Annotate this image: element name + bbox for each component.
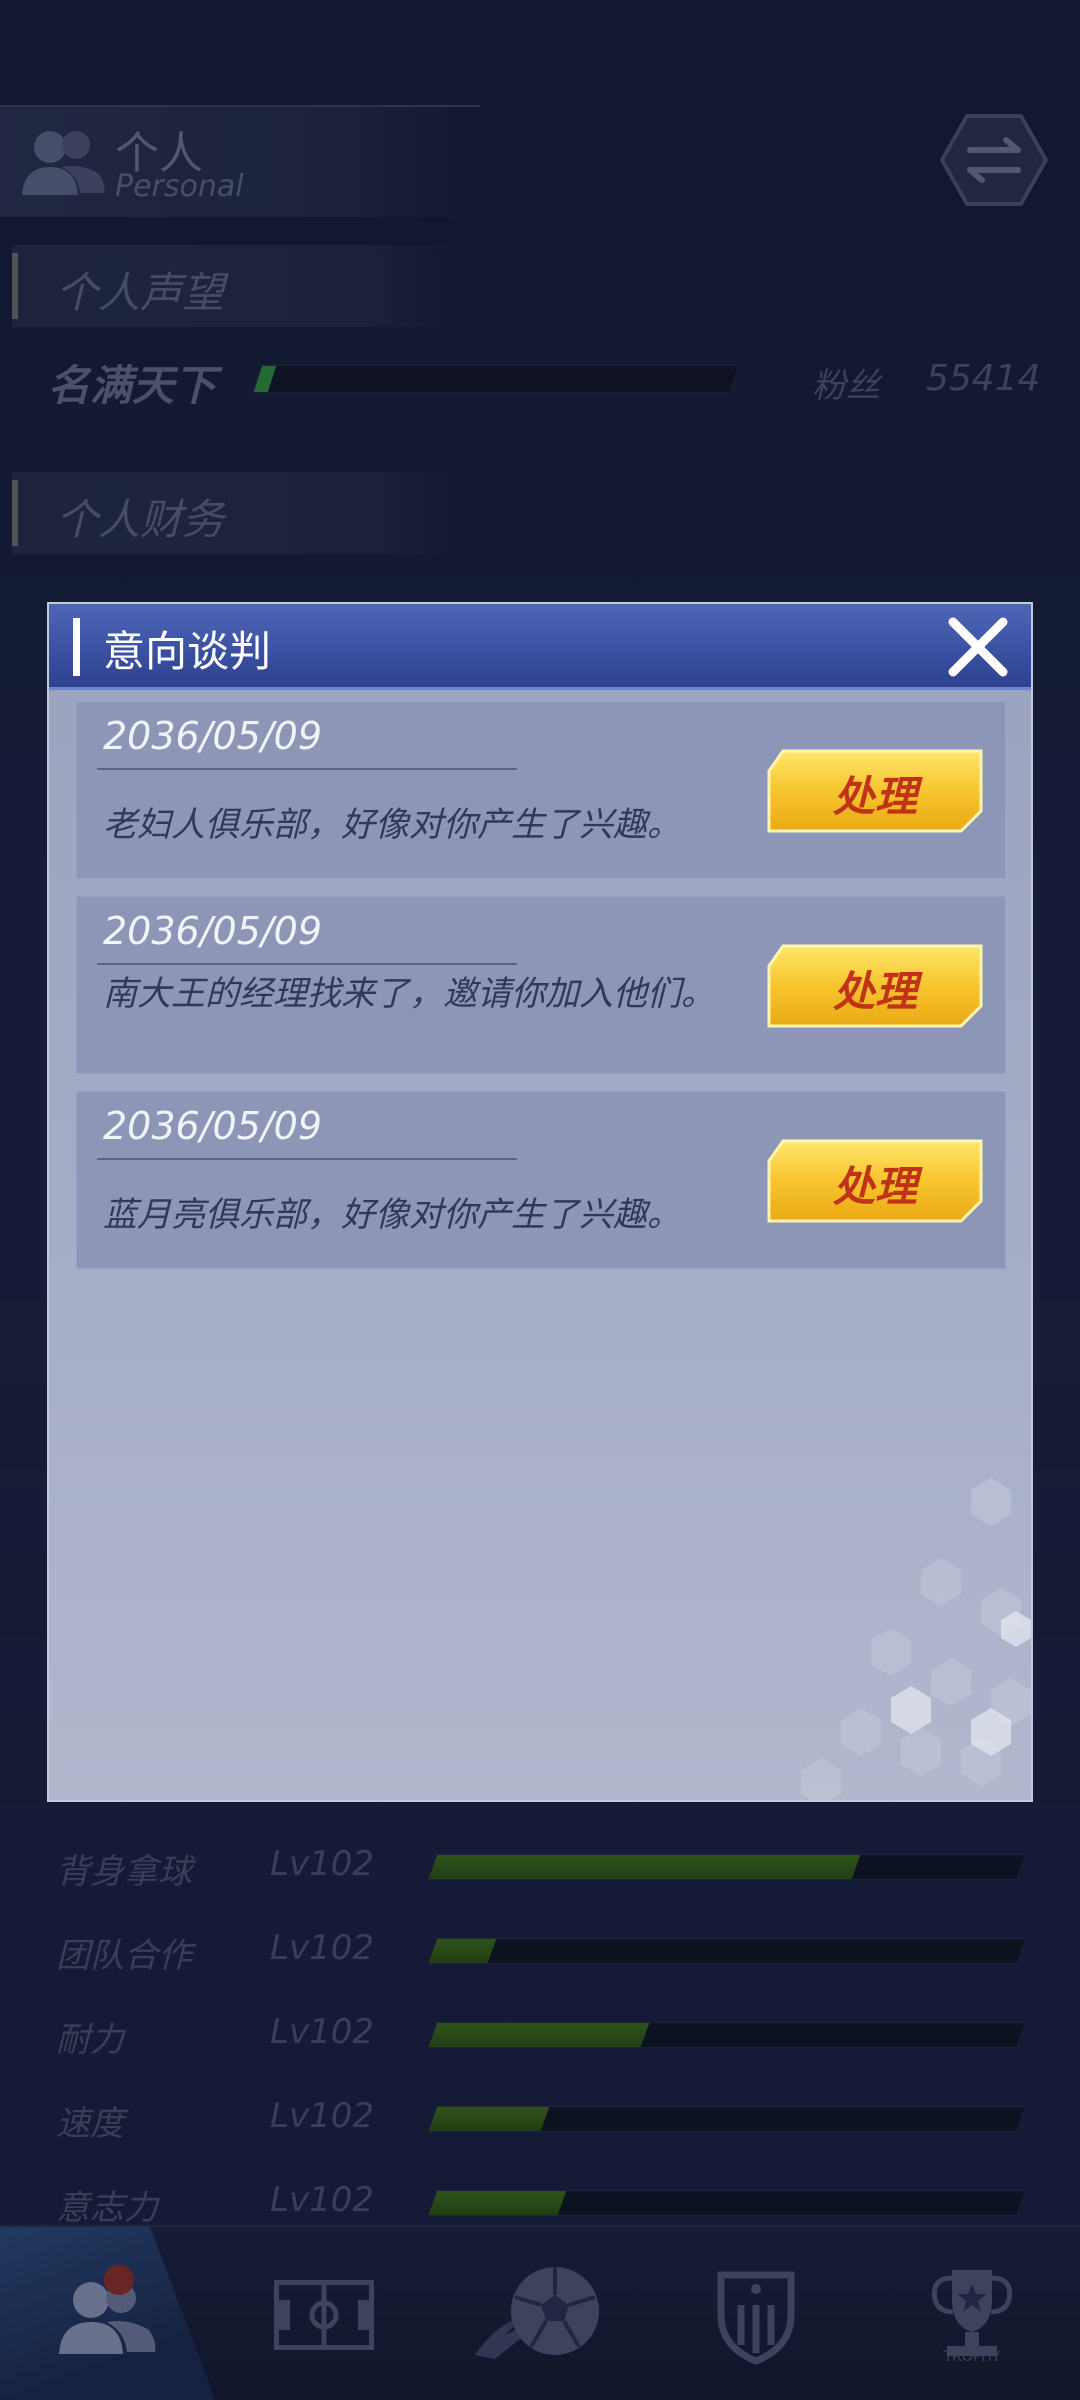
- item-message: 南大王的经理找来了，邀请你加入他们。: [103, 974, 715, 1014]
- negotiation-item: 2036/05/09 南大王的经理找来了，邀请你加入他们。 处理: [76, 896, 1006, 1074]
- close-icon[interactable]: [943, 612, 1013, 682]
- process-button-label: 处理: [832, 967, 917, 1016]
- process-button-label: 处理: [832, 1162, 917, 1211]
- process-button[interactable]: 处理: [767, 1139, 983, 1223]
- title-accent-bar: [73, 618, 80, 676]
- dialog-title: 意向谈判: [103, 627, 272, 676]
- hexagon-pattern: [801, 1478, 1031, 1800]
- item-date: 2036/05/09: [103, 909, 323, 953]
- item-message: 蓝月亮俱乐部，好像对你产生了兴趣。: [103, 1195, 681, 1235]
- process-button[interactable]: 处理: [767, 749, 983, 833]
- item-message: 老妇人俱乐部，好像对你产生了兴趣。: [103, 805, 681, 845]
- process-button-label: 处理: [832, 772, 917, 821]
- item-date: 2036/05/09: [103, 714, 323, 758]
- negotiation-item: 2036/05/09 老妇人俱乐部，好像对你产生了兴趣。 处理: [76, 701, 1006, 879]
- item-divider: [97, 1158, 517, 1160]
- item-divider: [97, 768, 517, 770]
- item-date: 2036/05/09: [103, 1104, 323, 1148]
- item-divider: [97, 963, 517, 965]
- screen: 个人 Personal 个人声望 名满天下 粉丝 55414 个人财务 背身拿球…: [0, 0, 1080, 2400]
- dialog-header: 意向谈判: [49, 604, 1031, 690]
- negotiation-item: 2036/05/09 蓝月亮俱乐部，好像对你产生了兴趣。 处理: [76, 1091, 1006, 1269]
- process-button[interactable]: 处理: [767, 944, 983, 1028]
- negotiation-dialog: 意向谈判 2036/05/09 老妇人俱乐部，好像对你产生了兴趣。 处理 203…: [47, 602, 1033, 1802]
